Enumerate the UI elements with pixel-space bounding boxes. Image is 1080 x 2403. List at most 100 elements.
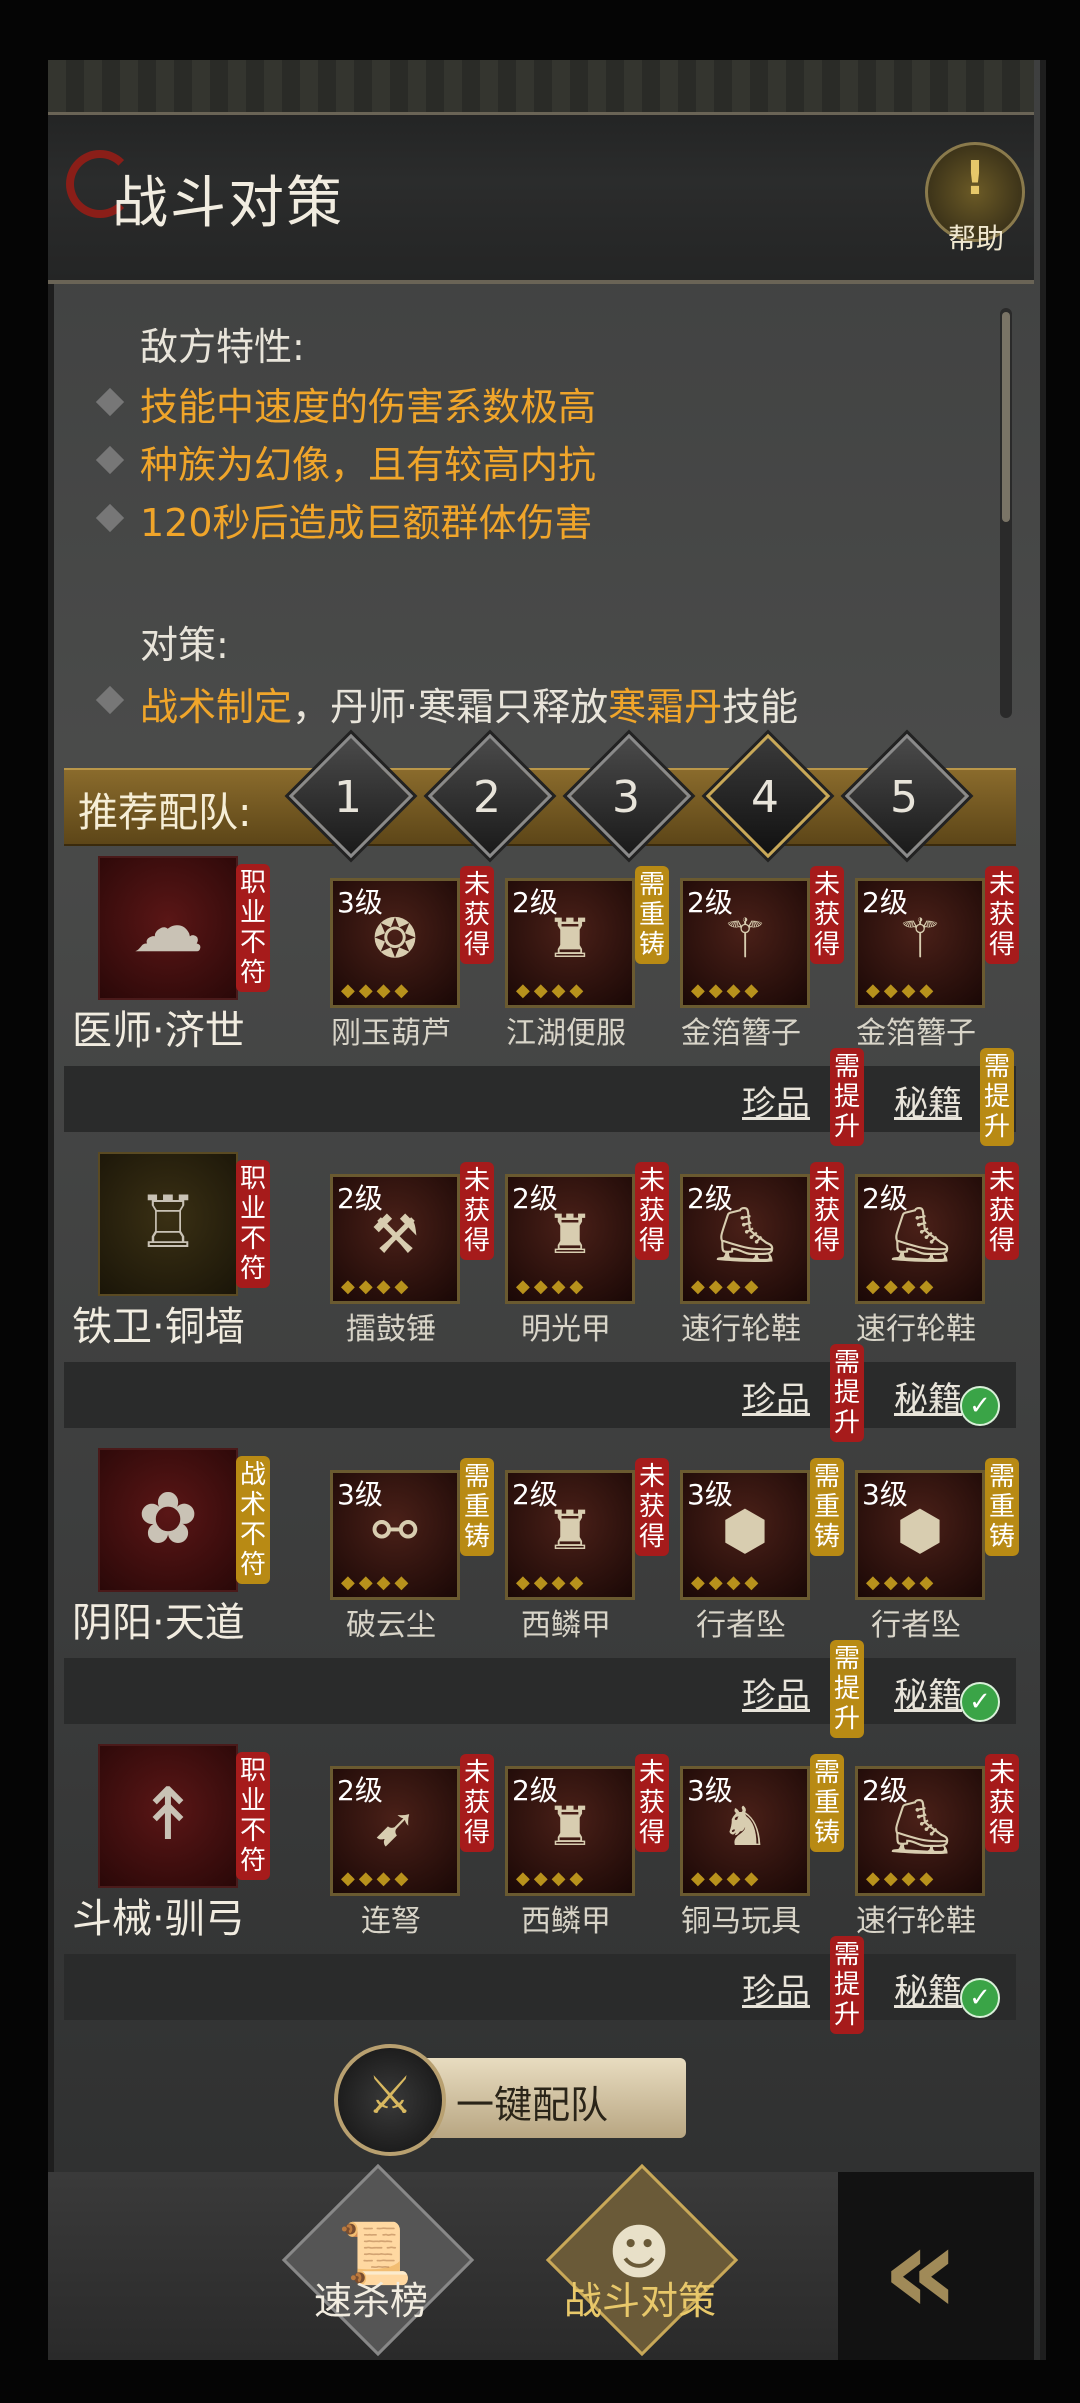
equipment-icon: ⚯ [372,1499,418,1562]
emblem-glyph: ☁ [132,884,204,968]
gem-slots-icon: ◆◆◆◆ [866,1572,938,1593]
equipment-slot[interactable]: 3级 ♞ ◆◆◆◆ [680,1766,810,1896]
equipment-slot[interactable]: 3级 ⬢ ◆◆◆◆ [855,1470,985,1600]
equipment-slot[interactable]: 2级 ♜ ◆◆◆◆ [505,1174,635,1304]
equipment-icon: ♞ [720,1795,770,1858]
treasure-link[interactable]: 珍品 [742,1668,810,1717]
emblem-glyph: ✿ [137,1476,199,1560]
enemy-trait: 120秒后造成巨额群体伤害 [140,501,593,545]
equipment-slot[interactable]: 3级 ❂ ◆◆◆◆ [330,878,460,1008]
equipment-icon: ⛸ [710,1203,780,1266]
upgrade-strip [64,1954,1016,2020]
equipment-slot[interactable]: 2级 ⛸ ◆◆◆◆ [855,1766,985,1896]
equipment-slot[interactable]: 2级 ⚚ ◆◆◆◆ [680,878,810,1008]
equipment-slot[interactable]: 2级 ♜ ◆◆◆◆ [505,878,635,1008]
equipment-slot[interactable]: 2级 ⚒ ◆◆◆◆ [330,1174,460,1304]
character-name: 阴阳·天道 [72,1600,245,1646]
item-status-tag: 需重铸 [635,866,669,964]
item-name: 连弩 [361,1904,421,1939]
gem-slots-icon: ◆◆◆◆ [341,1868,413,1889]
team-label: 推荐配队: [78,790,252,836]
equipment-icon: ♜ [545,1499,595,1562]
exclamation-icon: ! [964,151,986,205]
role-mismatch-tag: 职业不符 [236,1160,270,1288]
equipment-icon: ⬢ [721,1499,769,1562]
item-status-tag: 未获得 [810,1162,844,1260]
scrollbar[interactable] [1000,308,1012,718]
gem-slots-icon: ◆◆◆◆ [341,1572,413,1593]
equipment-icon: ♜ [545,907,595,970]
double-chevron-left-icon: « [882,2202,960,2341]
equipment-slot[interactable]: 2级 ⛸ ◆◆◆◆ [680,1174,810,1304]
equipment-icon: ♜ [545,1795,595,1858]
manual-link[interactable]: 秘籍 [894,1668,962,1717]
healer-emblem-icon[interactable]: ☁ [98,856,238,1000]
one-key-team-button[interactable]: ⚔ 一键配队 [334,2044,686,2156]
strategy-text: 战术制定，丹师·寒霜只释放寒霜丹技能 [140,676,798,731]
equipment-slot[interactable]: 2级 ⛸ ◆◆◆◆ [855,1174,985,1304]
strategy-part: 技能 [722,685,799,729]
equipment-icon: ⬢ [896,1499,944,1562]
enemy-trait: 技能中速度的伤害系数极高 [140,385,597,429]
treasure-status-tag: 需提升 [830,1344,864,1442]
scroll-thumb[interactable] [1002,312,1010,522]
upgrade-strip [64,1362,1016,1428]
shield-sword-icon: ⚔ [334,2044,446,2156]
treasure-link[interactable]: 珍品 [742,1076,810,1125]
page-title: 战斗对策 [112,171,344,236]
item-name: 破云尘 [346,1608,436,1643]
team-slot-number: 4 [751,772,779,823]
header-trim [48,60,1034,115]
equipment-slot[interactable]: 3级 ⚯ ◆◆◆◆ [330,1470,460,1600]
item-name: 西鳞甲 [521,1608,611,1643]
archer-emblem-icon[interactable]: ↟ [98,1744,238,1888]
gem-slots-icon: ◆◆◆◆ [516,1276,588,1297]
equipment-slot[interactable]: 3级 ⬢ ◆◆◆◆ [680,1470,810,1600]
item-name: 江湖便服 [506,1016,626,1051]
equipment-icon: ♜ [545,1203,595,1266]
item-status-tag: 未获得 [985,1162,1019,1260]
gem-slots-icon: ◆◆◆◆ [691,1868,763,1889]
check-icon: ✓ [960,1682,1000,1722]
character-name: 斗械·驯弓 [72,1896,245,1942]
treasure-link[interactable]: 珍品 [742,1964,810,2013]
help-button[interactable]: ! 帮助 [925,142,1025,255]
equipment-slot[interactable]: 2级 ➹ ◆◆◆◆ [330,1766,460,1896]
treasure-link[interactable]: 珍品 [742,1372,810,1421]
check-icon: ✓ [960,1978,1000,2018]
item-status-tag: 未获得 [985,866,1019,964]
item-status-tag: 未获得 [635,1754,669,1852]
gem-slots-icon: ◆◆◆◆ [866,980,938,1001]
equipment-slot[interactable]: 2级 ♜ ◆◆◆◆ [505,1766,635,1896]
gem-slots-icon: ◆◆◆◆ [866,1868,938,1889]
manual-link[interactable]: 秘籍 [894,1964,962,2013]
manual-link[interactable]: 秘籍 [894,1076,962,1125]
equipment-icon: ➹ [372,1795,418,1858]
help-label: 帮助 [947,222,1004,255]
team-slot-number: 3 [612,772,640,823]
equipment-slot[interactable]: 2级 ⚚ ◆◆◆◆ [855,878,985,1008]
strategy-heading: 对策: [140,623,229,667]
character-name: 铁卫·铜墙 [72,1304,245,1350]
team-slot-number: 1 [334,772,362,823]
item-status-tag: 需重铸 [460,1458,494,1556]
item-status-tag: 未获得 [460,1754,494,1852]
speed-rank-label: 速杀榜 [314,2279,429,2323]
item-name: 金箔簪子 [856,1016,976,1051]
back-button[interactable]: « [838,2172,1034,2360]
team-slot-number: 5 [890,772,918,823]
item-name: 行者坠 [871,1608,961,1643]
gem-slots-icon: ◆◆◆◆ [516,980,588,1001]
item-status-tag: 需重铸 [810,1458,844,1556]
yinyang-emblem-icon[interactable]: ✿ [98,1448,238,1592]
item-name: 铜马玩具 [681,1904,801,1939]
item-status-tag: 未获得 [985,1754,1019,1852]
item-name: 行者坠 [696,1608,786,1643]
equipment-icon: ⚚ [895,907,945,970]
equipment-slot[interactable]: 2级 ♜ ◆◆◆◆ [505,1470,635,1600]
item-name: 速行轮鞋 [856,1312,976,1347]
item-name: 速行轮鞋 [681,1312,801,1347]
guard-emblem-icon[interactable]: ♖ [98,1152,238,1296]
gem-slots-icon: ◆◆◆◆ [341,1276,413,1297]
manual-link[interactable]: 秘籍 [894,1372,962,1421]
